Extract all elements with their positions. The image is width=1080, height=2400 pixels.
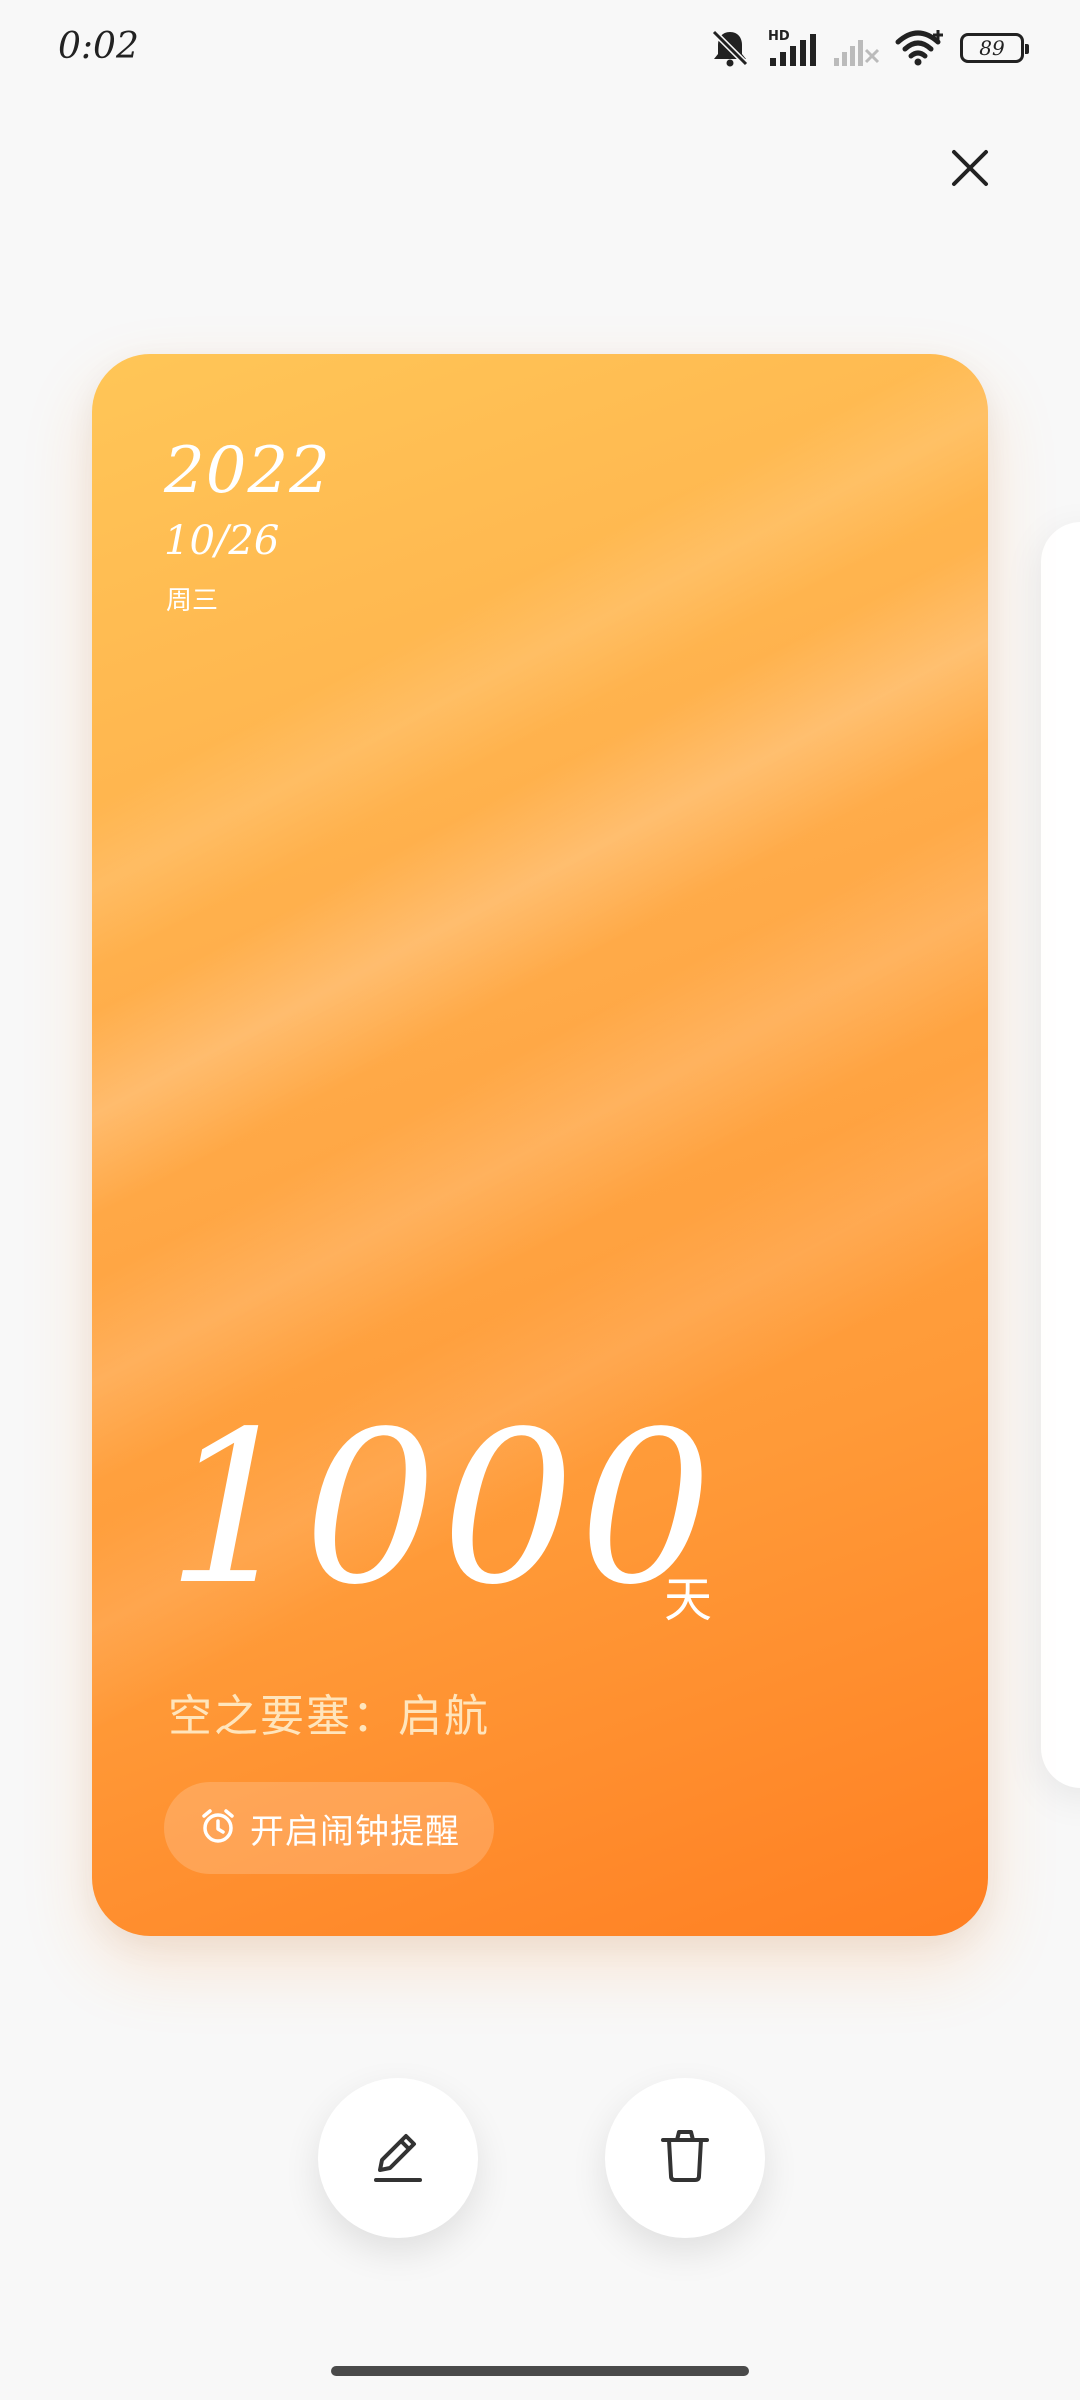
status-icons: HD 89 — [708, 28, 1029, 68]
enable-alarm-button[interactable]: 开启闹钟提醒 — [164, 1782, 494, 1874]
close-icon — [948, 146, 992, 194]
event-title: 空之要塞：启航 — [168, 1691, 490, 1742]
card-date-weekday: 周三 — [166, 586, 219, 616]
day-count-unit: 天 — [664, 1572, 713, 1628]
mute-bell-icon — [708, 28, 752, 68]
delete-button[interactable] — [605, 2078, 765, 2238]
cellular-signal-icon: HD — [766, 28, 818, 68]
screen: 0:02 HD 89 2022 10/26 周三 1000 天 空之要塞：启航 … — [0, 0, 1080, 2400]
network-label: HD — [768, 29, 790, 44]
status-time: 0:02 — [58, 26, 139, 67]
battery-indicator: 89 — [960, 33, 1029, 63]
anniversary-card[interactable]: 2022 10/26 周三 1000 天 空之要塞：启航 开启闹钟提醒 — [92, 354, 988, 1936]
day-count-number: 1000 — [166, 1386, 717, 1631]
wifi-icon — [894, 28, 946, 68]
alarm-button-label: 开启闹钟提醒 — [250, 1811, 460, 1852]
card-date-month-day: 10/26 — [164, 518, 280, 564]
edit-button[interactable] — [318, 2078, 478, 2238]
alarm-clock-icon — [198, 1806, 238, 1850]
cellular-signal-off-icon — [832, 28, 880, 68]
trash-icon — [653, 2124, 717, 2192]
status-bar: 0:02 HD 89 — [0, 0, 1080, 100]
card-date-year: 2022 — [164, 434, 331, 508]
home-indicator[interactable] — [331, 2366, 749, 2376]
close-button[interactable] — [940, 140, 1000, 200]
next-card-preview[interactable] — [1041, 522, 1080, 1788]
pencil-icon — [366, 2124, 430, 2192]
